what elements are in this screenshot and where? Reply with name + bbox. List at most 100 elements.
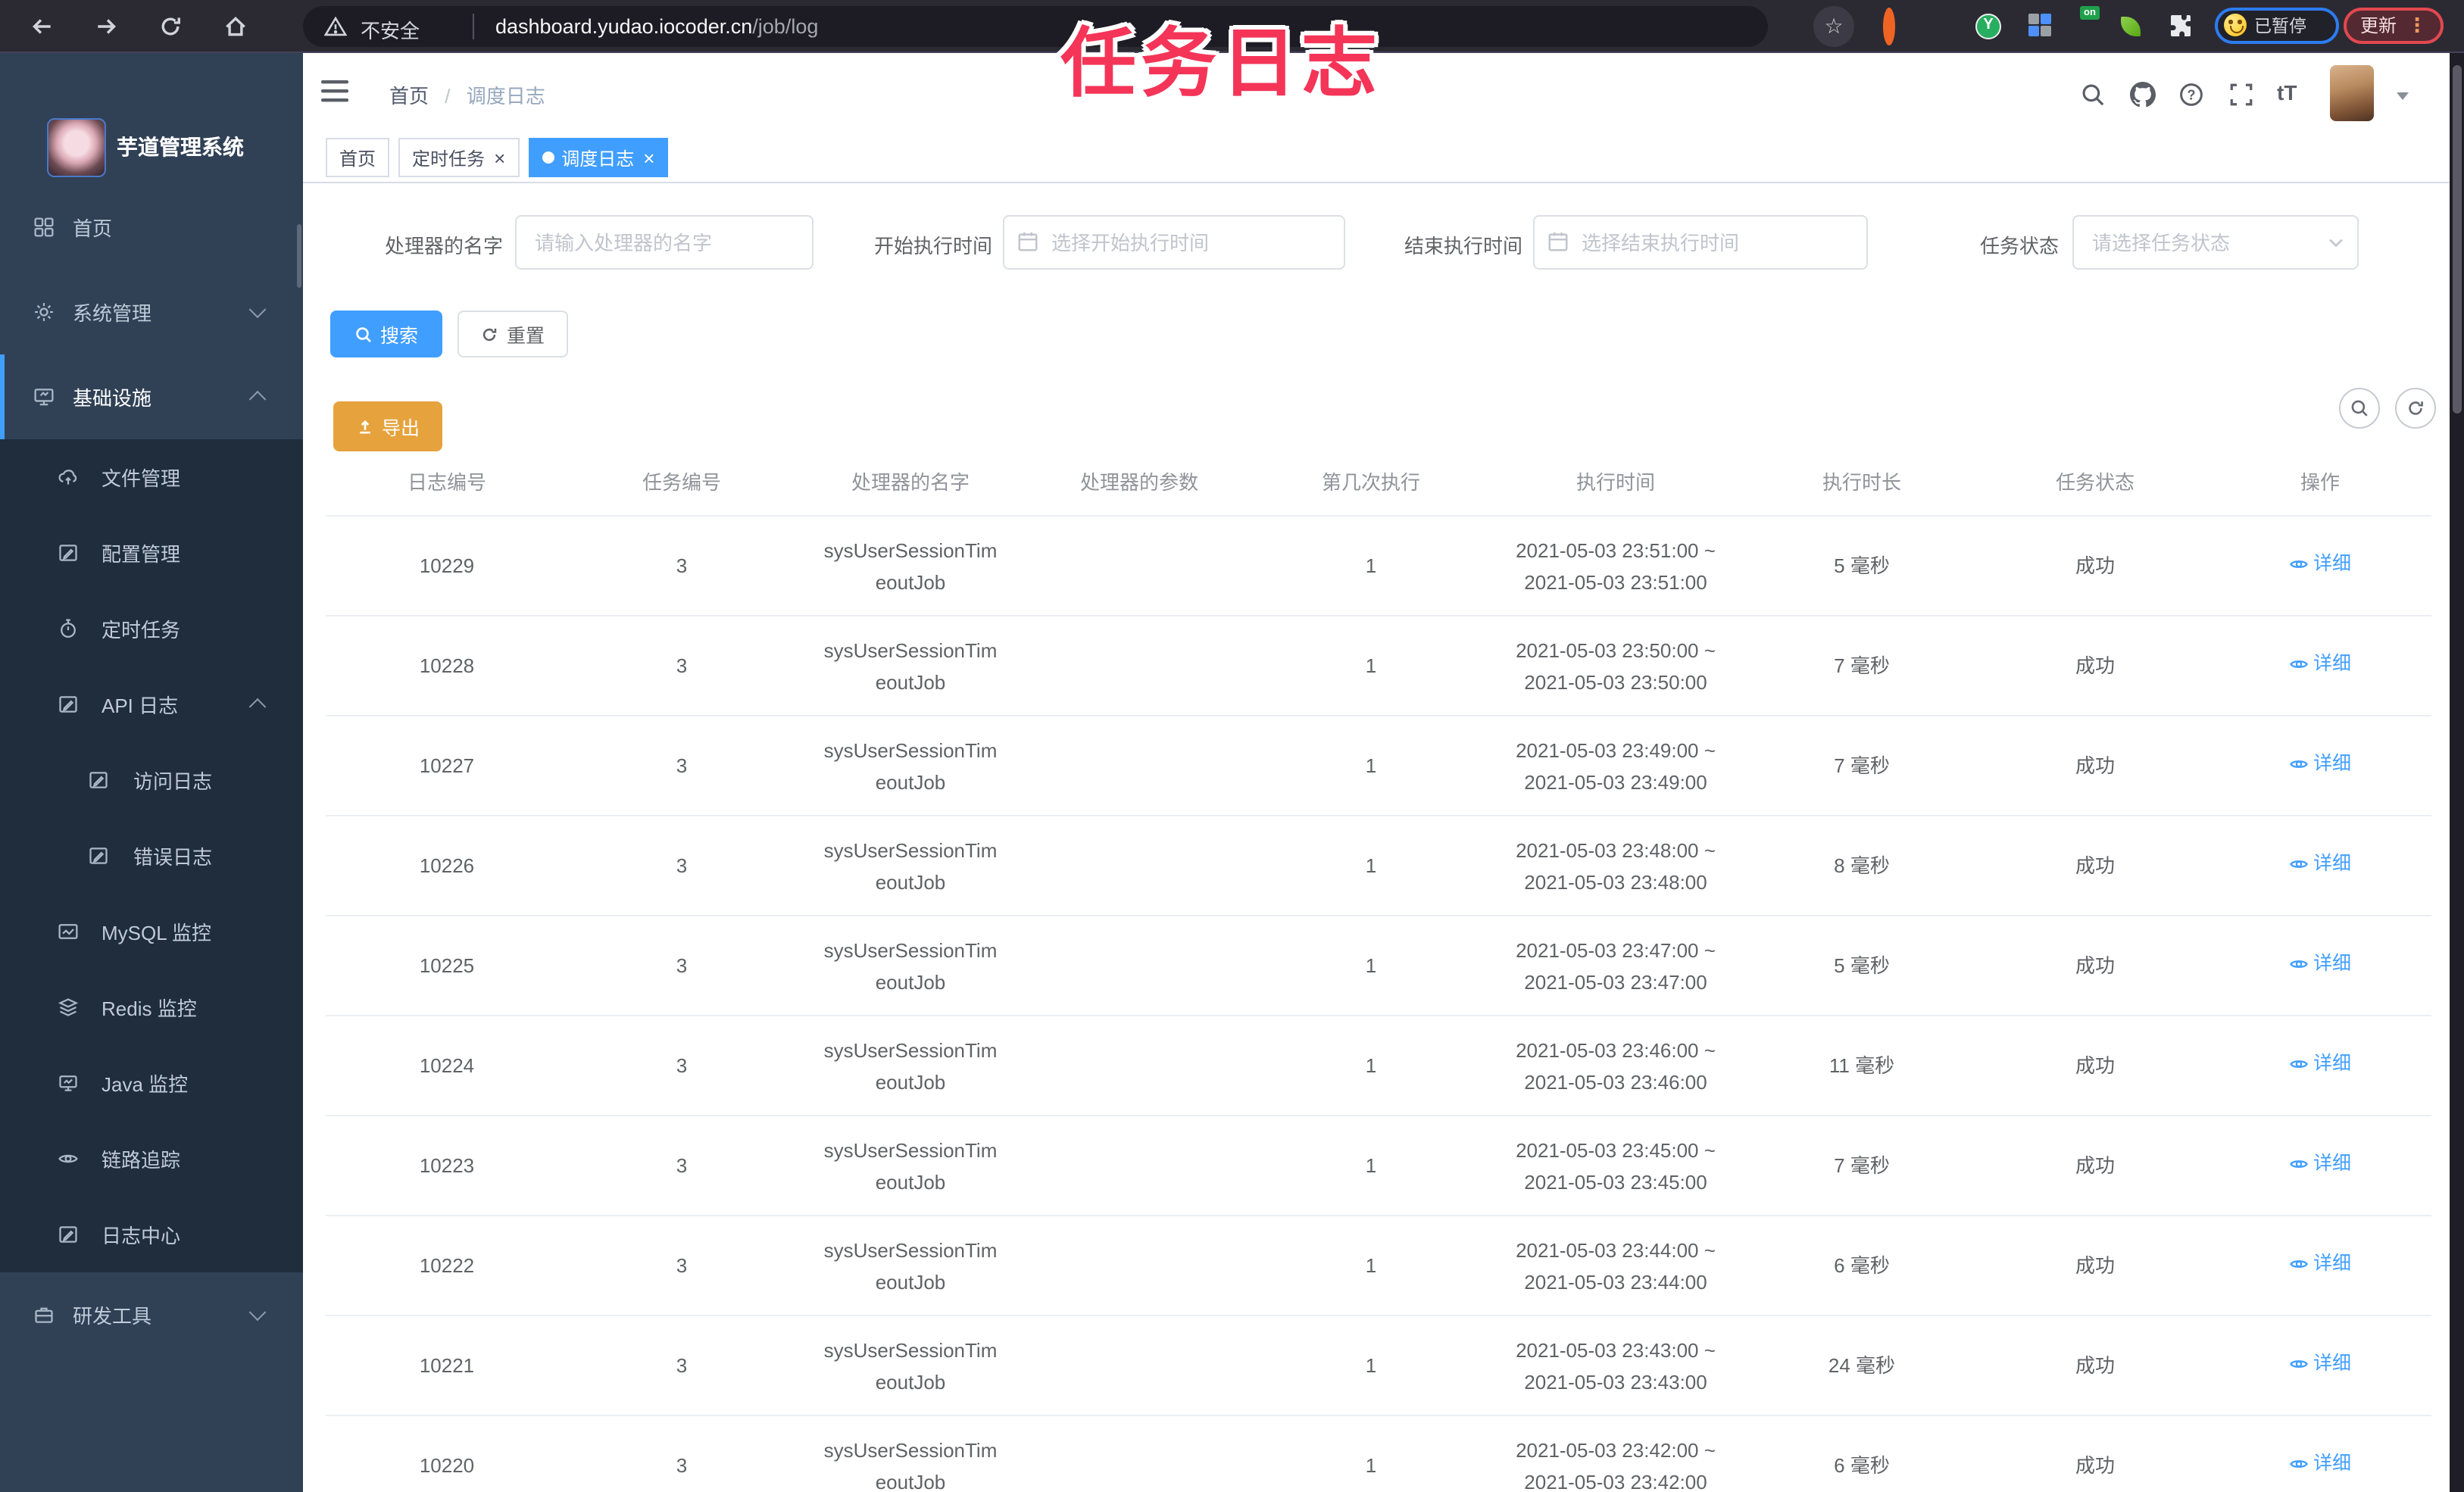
bookmark-star-icon[interactable]: ☆ — [1813, 6, 1854, 47]
cell-log-id: 10227 — [419, 754, 475, 777]
sidebar-item-label: 访问日志 — [133, 770, 213, 793]
user-avatar[interactable] — [2330, 65, 2374, 121]
search-button[interactable]: 搜索 — [330, 311, 442, 357]
detail-link[interactable]: 详细 — [2289, 1048, 2351, 1080]
window-scrollbar-thumb[interactable] — [2452, 65, 2462, 414]
search-button-label: 搜索 — [379, 326, 418, 347]
detail-link[interactable]: 详细 — [2289, 1148, 2351, 1180]
detail-link[interactable]: 详细 — [2289, 1448, 2351, 1480]
begin-time-picker[interactable] — [1003, 215, 1345, 270]
close-icon[interactable]: × — [494, 148, 505, 167]
sidebar-item-1[interactable]: 首页 — [0, 185, 303, 270]
app-logo-row[interactable]: 芋道管理系统 — [0, 53, 303, 185]
sidebar-item-13[interactable]: 链路追踪 — [0, 1121, 303, 1197]
browser-update-button[interactable]: 更新 ⋮ — [2344, 7, 2444, 43]
sidebar-item-9[interactable]: 错误日志 — [0, 818, 303, 894]
column-header-7: 执行时长 — [1822, 470, 1901, 493]
breadcrumb-home[interactable]: 首页 — [389, 85, 429, 108]
sidebar-item-7[interactable]: API 日志 — [0, 666, 303, 742]
cell-handler-name: sysUserSessionTim eoutJob — [795, 1334, 1026, 1397]
orange-ring-glyph — [1883, 8, 1895, 45]
help-icon[interactable]: ? — [2178, 82, 2204, 108]
forward-icon[interactable] — [94, 14, 120, 39]
url-text[interactable]: dashboard.yudao.iocoder.cn/job/log — [495, 14, 818, 37]
green-circle-extension-icon[interactable]: Y — [1975, 14, 2001, 39]
cell-operation: 详细 — [2209, 1448, 2431, 1483]
sidebar-item-10[interactable]: MySQL 监控 — [0, 894, 303, 969]
cell-line: sysUserSessionTim — [823, 738, 998, 761]
sidebar-item-15[interactable]: 研发工具 — [0, 1272, 303, 1357]
screenshot-stage: 不安全 dashboard.yudao.iocoder.cn/job/log ☆… — [0, 0, 2464, 1492]
detail-link[interactable]: 详细 — [2289, 1348, 2351, 1380]
sidebar-item-5[interactable]: 配置管理 — [0, 515, 303, 591]
cell-execute-index: 1 — [1365, 1454, 1377, 1477]
orange-ring-extension-icon[interactable] — [1883, 8, 1895, 45]
close-icon[interactable]: × — [643, 148, 654, 167]
fullscreen-icon[interactable] — [2228, 82, 2254, 108]
detail-link-label: 详细 — [2313, 853, 2351, 874]
security-label[interactable]: 不安全 — [361, 15, 420, 44]
eye-icon — [2289, 1254, 2309, 1274]
sidebar-item-2[interactable]: 系统管理 — [0, 270, 303, 354]
detail-link[interactable]: 详细 — [2289, 548, 2351, 580]
handler-name-input[interactable] — [515, 215, 814, 270]
cell-line: 2021-05-03 23:51:00 — [1524, 570, 1707, 593]
cell-job-id: 3 — [676, 1054, 688, 1077]
sidebar-item-11[interactable]: Redis 监控 — [0, 969, 303, 1045]
detail-link-label: 详细 — [2313, 1453, 2351, 1474]
back-icon[interactable] — [29, 14, 55, 39]
status-select-input[interactable] — [2072, 215, 2359, 270]
export-button[interactable]: 导出 — [333, 401, 442, 451]
grid-extension-icon[interactable] — [2028, 14, 2051, 36]
detail-link[interactable]: 详细 — [2289, 648, 2351, 680]
detail-link[interactable]: 详细 — [2289, 748, 2351, 780]
github-icon[interactable] — [2130, 82, 2156, 108]
tab-2[interactable]: 定时任务 × — [398, 138, 520, 177]
puzzle-extensions-icon[interactable] — [2168, 14, 2192, 38]
cell-line: 2021-05-03 23:48:00 — [1524, 870, 1707, 893]
toggle-search-round-button[interactable] — [2339, 388, 2380, 429]
profile-paused-chip[interactable]: 已暂停 — [2215, 7, 2339, 43]
toolbox-icon — [33, 1304, 55, 1325]
sidebar-item-8[interactable]: 访问日志 — [0, 742, 303, 818]
refresh-round-button[interactable] — [2395, 388, 2436, 429]
breadcrumb: 首页 / 调度日志 — [389, 80, 545, 109]
reload-icon[interactable] — [158, 14, 183, 39]
address-bar[interactable]: 不安全 dashboard.yudao.iocoder.cn/job/log — [303, 6, 1768, 47]
sidebar-item-6[interactable]: 定时任务 — [0, 591, 303, 666]
edit-icon — [58, 542, 79, 563]
detail-link[interactable]: 详细 — [2289, 848, 2351, 880]
search-icon[interactable] — [2080, 82, 2106, 108]
column-header-4: 处理器的参数 — [1079, 470, 1198, 493]
status-select[interactable] — [2072, 215, 2359, 270]
end-time-input[interactable] — [1533, 215, 1868, 270]
cell-log-id: 10224 — [419, 1054, 475, 1077]
cell-line: 2021-05-03 23:46:00 ~ — [1516, 1038, 1716, 1061]
sidebar-item-3[interactable]: 基础设施 — [0, 354, 303, 439]
detail-link[interactable]: 详细 — [2289, 1248, 2351, 1280]
avatar-caret-down-icon[interactable] — [2397, 92, 2409, 100]
access-log-icon — [88, 769, 109, 791]
begin-time-input[interactable] — [1003, 215, 1345, 270]
sidebar-item-12[interactable]: Java 监控 — [0, 1045, 303, 1121]
urlbar-divider — [473, 14, 474, 39]
font-size-icon[interactable]: tT — [2277, 80, 2297, 105]
cell-job-id: 3 — [676, 1154, 688, 1177]
cell-line: 2021-05-03 23:48:00 ~ — [1516, 838, 1716, 861]
end-time-picker[interactable] — [1533, 215, 1868, 270]
detail-link[interactable]: 详细 — [2289, 948, 2351, 980]
sidebar-toggle-icon[interactable] — [321, 79, 348, 103]
sidebar-item-4[interactable]: 文件管理 — [0, 439, 303, 515]
cell-line: 2021-05-03 23:51:00 ~ — [1516, 538, 1716, 561]
tab-1[interactable]: 首页 — [326, 138, 390, 177]
leaf-extension-icon[interactable] — [2121, 17, 2141, 36]
cell-execute-time: 2021-05-03 23:48:00 ~ 2021-05-03 23:48:00 — [1489, 834, 1742, 897]
sidebar-item-14[interactable]: 日志中心 — [0, 1197, 303, 1272]
tab-3[interactable]: 调度日志 × — [528, 138, 669, 177]
reset-button[interactable]: 重置 — [458, 311, 568, 357]
cell-execute-index: 1 — [1365, 1054, 1377, 1077]
home-icon[interactable] — [223, 14, 248, 39]
browser-menu-dots-icon[interactable]: ⋮ — [2407, 13, 2427, 37]
window-scrollbar[interactable] — [2450, 53, 2464, 1492]
cell-handler-name: sysUserSessionTim eoutJob — [795, 534, 1026, 598]
